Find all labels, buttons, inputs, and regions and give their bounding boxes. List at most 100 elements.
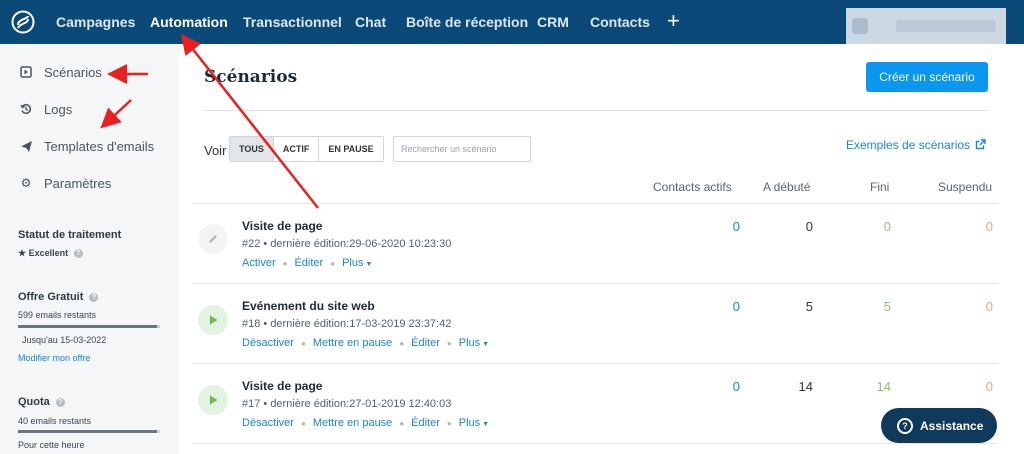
sidebar-item-parametres[interactable]: ⚙ Paramètres — [18, 175, 112, 191]
nav-automation[interactable]: Automation — [150, 14, 228, 30]
scenario-actions: Désactiver ● Mettre en pause ● Éditer ● … — [242, 337, 489, 349]
assistance-label: Assistance — [920, 418, 984, 433]
separator-dot: ● — [446, 418, 452, 428]
separator-dot: ● — [330, 258, 336, 268]
suspended-count: 0 — [985, 219, 993, 234]
examples-link[interactable]: Exemples de scénarios — [846, 138, 987, 152]
search-input[interactable] — [393, 136, 531, 162]
finished-count: 0 — [883, 219, 891, 234]
pencil-icon — [198, 224, 228, 254]
separator-dot: ● — [300, 418, 306, 428]
finished-count: 14 — [876, 379, 891, 394]
question-icon: ? — [897, 417, 913, 434]
suspended-count: 0 — [985, 379, 993, 394]
edit-link[interactable]: Éditer — [294, 257, 323, 269]
pause-link[interactable]: Mettre en pause — [313, 337, 393, 349]
status-title: Statut de traitement — [18, 229, 122, 241]
col-suspended: Suspendu — [938, 180, 993, 194]
help-icon[interactable]: ? — [73, 249, 83, 258]
brand-logo-icon[interactable] — [11, 10, 35, 34]
edit-link[interactable]: Éditer — [411, 417, 440, 429]
suspended-count: 0 — [985, 299, 993, 314]
play-icon[interactable] — [198, 385, 228, 415]
deactivate-link[interactable]: Désactiver — [242, 337, 294, 349]
help-icon[interactable]: ? — [89, 293, 99, 302]
row-divider — [192, 443, 998, 444]
help-icon[interactable]: ? — [55, 398, 65, 407]
sidebar-item-label: Logs — [44, 101, 73, 117]
nav-inbox[interactable]: Boîte de réception — [406, 14, 528, 30]
deactivate-link[interactable]: Désactiver — [242, 417, 294, 429]
sidebar-item-label: Paramètres — [44, 175, 112, 191]
caret-down-icon: ▼ — [482, 341, 490, 348]
plan-remaining: 599 emails restants — [18, 310, 97, 320]
sidebar-item-label: Templates d'emails — [44, 138, 155, 154]
filter-paused[interactable]: EN PAUSE — [319, 137, 383, 161]
gear-icon: ⚙ — [20, 176, 32, 190]
nav-chat[interactable]: Chat — [355, 14, 386, 30]
filter-active[interactable]: ACTIF — [273, 137, 320, 161]
header-divider — [204, 110, 988, 111]
play-square-icon — [18, 64, 34, 80]
account-menu[interactable] — [846, 8, 1006, 44]
more-menu[interactable]: Plus ▼ — [459, 417, 489, 429]
active-contacts-count[interactable]: 0 — [700, 379, 740, 394]
create-scenario-button[interactable]: Créer un scénario — [866, 62, 988, 92]
quota-title: Quota ? — [18, 396, 65, 408]
nav-transactionnel[interactable]: Transactionnel — [243, 14, 342, 30]
scenario-actions: Activer ● Éditer ● Plus ▼ — [242, 257, 372, 269]
status-value: ★ Excellent ? — [18, 248, 83, 259]
row-divider — [192, 203, 998, 204]
play-icon[interactable] — [198, 305, 228, 335]
quota-usage-bar — [18, 430, 160, 433]
col-started: A débuté — [763, 180, 811, 194]
examples-link-label: Exemples de scénarios — [846, 138, 971, 152]
col-finished: Fini — [870, 180, 890, 194]
sidebar-item-logs[interactable]: Logs — [18, 101, 72, 117]
nav-contacts[interactable]: Contacts — [590, 14, 650, 30]
paper-plane-icon — [18, 138, 34, 154]
active-contacts-count[interactable]: 0 — [700, 219, 740, 234]
top-navbar: Campagnes Automation Transactionnel Chat… — [0, 0, 1024, 44]
quota-period: Pour cette heure — [18, 440, 85, 450]
modify-plan-link[interactable]: Modifier mon offre — [18, 353, 90, 363]
scenario-title[interactable]: Visite de page — [242, 379, 322, 393]
activate-link[interactable]: Activer — [242, 257, 276, 269]
more-label: Plus — [458, 337, 481, 349]
sidebar-item-templates[interactable]: Templates d'emails — [18, 138, 154, 154]
history-icon — [18, 101, 34, 117]
plan-name: Offre Gratuit — [18, 291, 84, 303]
scenario-title[interactable]: Visite de page — [242, 219, 322, 233]
sidebar-item-scenarios[interactable]: Scénarios — [18, 64, 102, 80]
more-menu[interactable]: Plus ▼ — [459, 337, 489, 349]
separator-dot: ● — [399, 418, 405, 428]
more-menu[interactable]: Plus ▼ — [342, 257, 372, 269]
status-badge: Excellent — [28, 248, 69, 258]
edit-link[interactable]: Éditer — [411, 337, 440, 349]
quota-usage-fill — [18, 430, 158, 433]
nav-campagnes[interactable]: Campagnes — [56, 14, 135, 30]
active-contacts-count[interactable]: 0 — [700, 299, 740, 314]
pause-link[interactable]: Mettre en pause — [313, 417, 393, 429]
plan-title: Offre Gratuit ? — [18, 291, 99, 303]
filter-all[interactable]: TOUS — [230, 137, 274, 161]
scenario-title[interactable]: Evénement du site web — [242, 299, 375, 313]
avatar — [852, 18, 868, 34]
assistance-button[interactable]: ? Assistance — [881, 408, 997, 443]
plan-usage-fill — [18, 325, 158, 328]
plan-usage-bar — [18, 325, 160, 328]
quota-remaining: 40 emails restants — [18, 416, 92, 426]
separator-dot: ● — [300, 338, 306, 348]
annotation-arrow-automation — [180, 34, 319, 209]
sidebar: Scénarios Logs Templates d'emails ⚙ Para… — [0, 44, 179, 454]
sidebar-item-label: Scénarios — [44, 64, 102, 80]
status-filter-group: TOUS ACTIF EN PAUSE — [229, 136, 384, 162]
scenario-meta: #17 • dernière édition:27-01-2019 12:40:… — [242, 398, 452, 410]
started-count: 5 — [805, 299, 813, 314]
plan-until: Jusqu'au 15-03-2022 — [22, 335, 107, 345]
nav-crm[interactable]: CRM — [537, 14, 569, 30]
quota-name: Quota — [18, 396, 50, 408]
nav-plus-button[interactable]: + — [667, 8, 680, 34]
scenario-meta: #22 • dernière édition:29-06-2020 10:23:… — [242, 238, 452, 250]
scenario-actions: Désactiver ● Mettre en pause ● Éditer ● … — [242, 417, 489, 429]
